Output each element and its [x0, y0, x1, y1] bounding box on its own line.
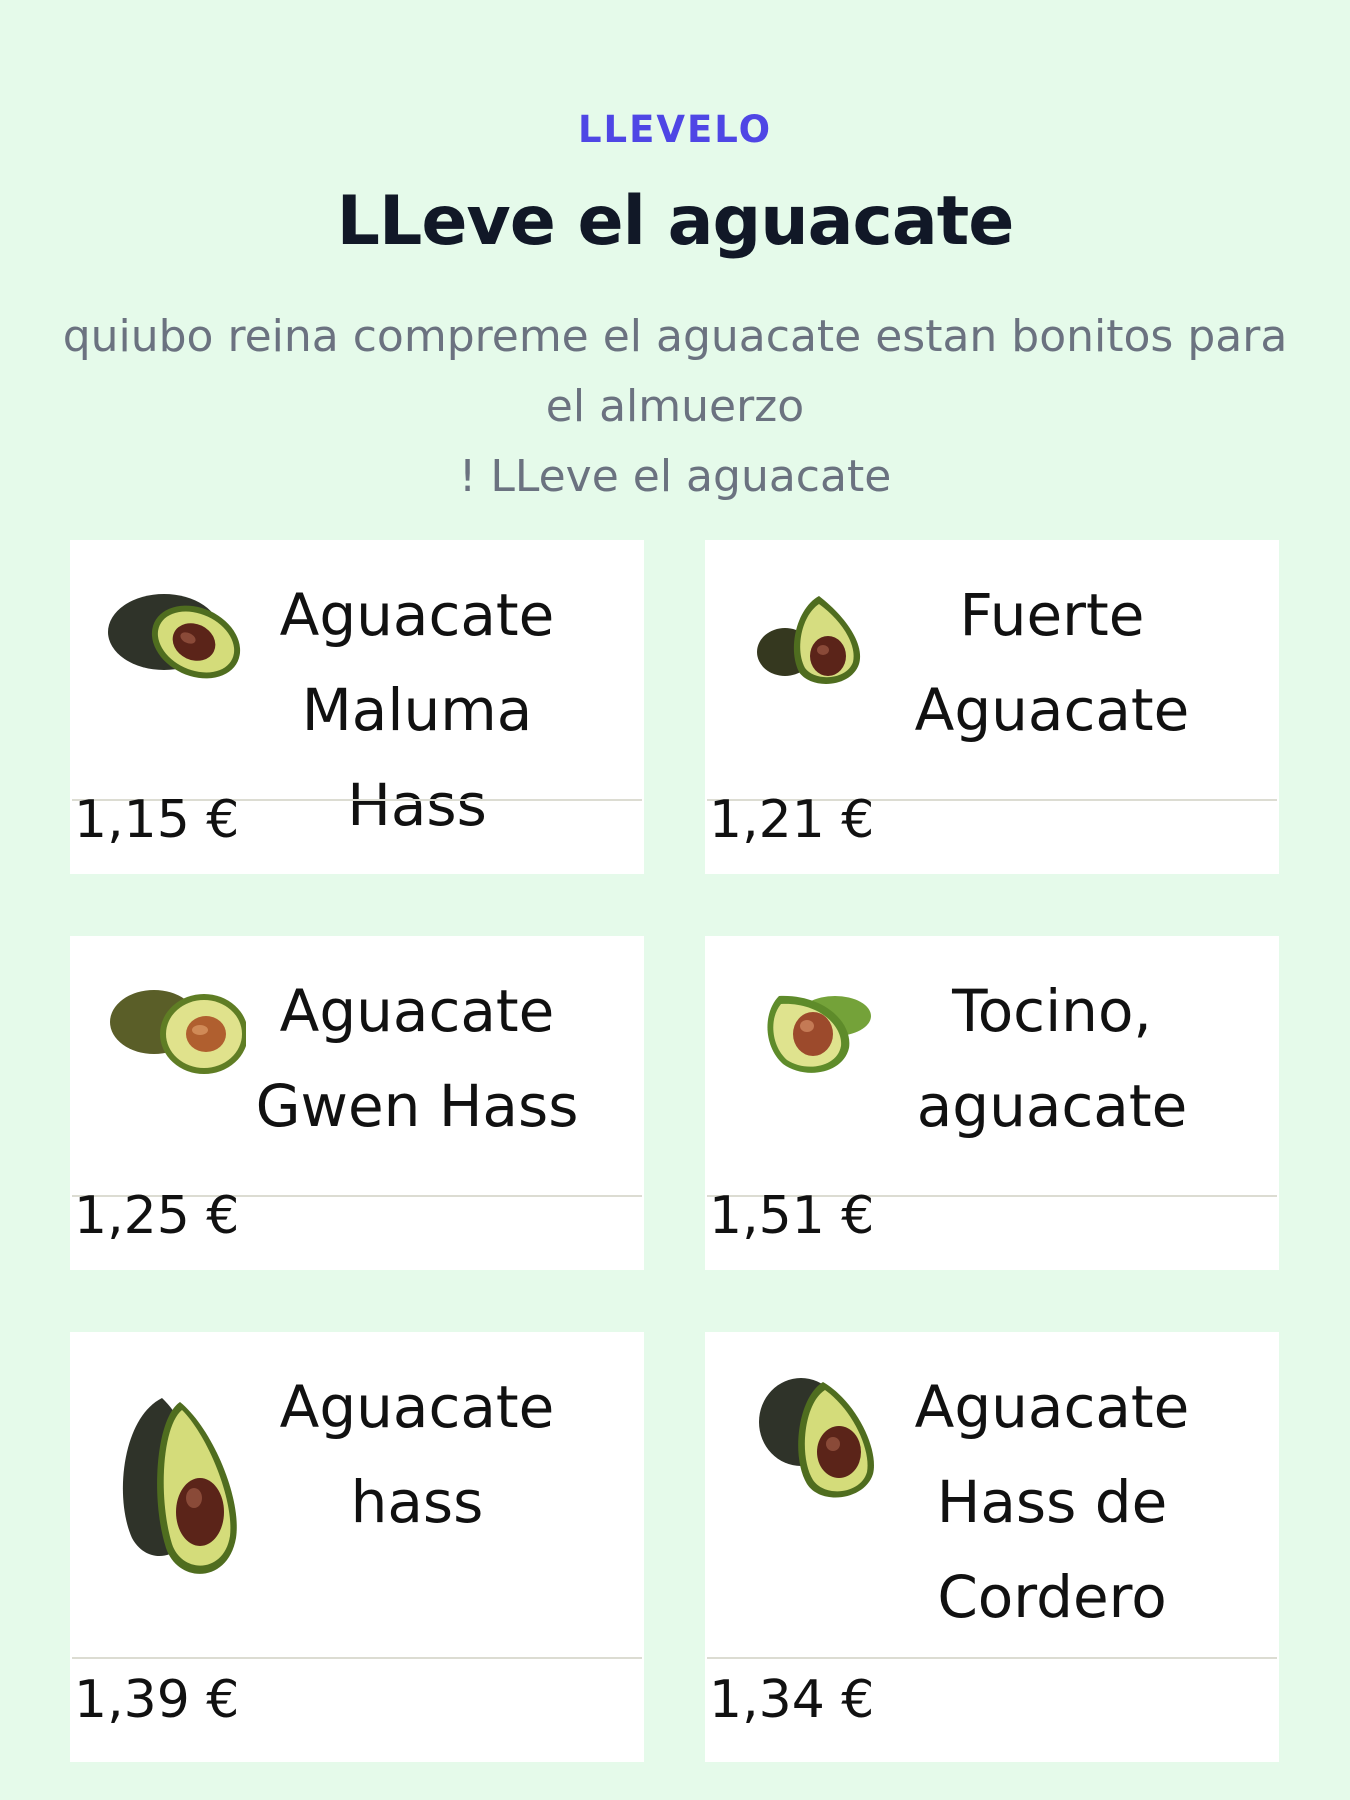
card-divider — [72, 1657, 642, 1659]
page-subtitle: quiubo reina compreme el aguacate estan … — [40, 302, 1310, 512]
product-price: 1,34 € — [709, 1670, 875, 1730]
card-divider — [707, 1657, 1277, 1659]
avocado-half-icon — [122, 1398, 237, 1574]
product-name: Fuerte Aguacate — [914, 581, 1190, 744]
product-card[interactable]: Fuerte Aguacate 1,21 € — [705, 540, 1279, 874]
product-name: Aguacate Hass de Cordero — [914, 1373, 1190, 1631]
avocado-half-icon — [108, 594, 241, 679]
avocado-half-icon — [759, 1378, 874, 1498]
avocado-pair-icon — [110, 990, 246, 1074]
product-name: Aguacate Maluma Hass — [279, 581, 555, 839]
product-price: 1,15 € — [74, 790, 240, 850]
avocado-pair-icon — [767, 995, 871, 1073]
product-price: 1,39 € — [74, 1670, 240, 1730]
product-card[interactable]: Aguacate hass 1,39 € — [70, 1332, 644, 1762]
product-price: 1,51 € — [709, 1186, 875, 1246]
subtitle-line: quiubo reina compreme el aguacate estan … — [62, 311, 1288, 362]
avocado-half-icon — [757, 596, 861, 684]
product-card[interactable]: Tocino, aguacate 1,51 € — [705, 936, 1279, 1270]
subtitle-line: ! LLeve el aguacate — [458, 451, 892, 502]
subtitle-line: el almuerzo — [545, 381, 805, 432]
product-name: Aguacate Gwen Hass — [255, 977, 579, 1140]
product-name: Aguacate hass — [279, 1373, 555, 1536]
product-name: Tocino, aguacate — [916, 977, 1188, 1140]
section-eyebrow: LLEVELO — [577, 108, 773, 151]
product-card[interactable]: Aguacate Hass de Cordero 1,34 € — [705, 1332, 1279, 1762]
page-title: LLeve el aguacate — [336, 182, 1015, 261]
product-price: 1,21 € — [709, 790, 875, 850]
product-price: 1,25 € — [74, 1186, 240, 1246]
product-card[interactable]: Aguacate Maluma Hass 1,15 € — [70, 540, 644, 874]
product-card[interactable]: Aguacate Gwen Hass 1,25 € — [70, 936, 644, 1270]
